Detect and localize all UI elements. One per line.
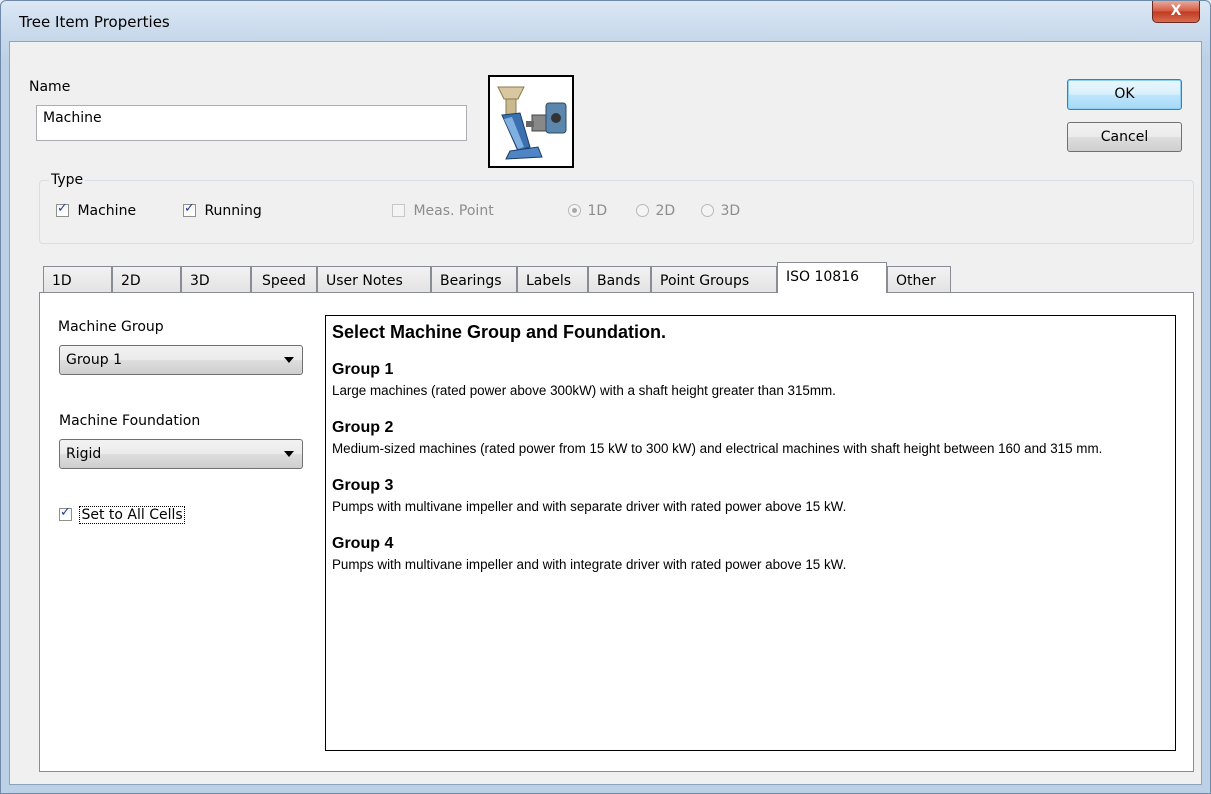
machine-checkbox[interactable]: Machine xyxy=(56,201,137,219)
machine-group-label: Machine Group xyxy=(58,319,164,335)
machine-foundation-label: Machine Foundation xyxy=(59,413,201,429)
meas-point-checkbox-box xyxy=(392,204,405,217)
set-all-cells-label: Set to All Cells xyxy=(79,506,185,524)
meas-point-checkbox: Meas. Point xyxy=(392,203,494,219)
set-all-cells-checkbox[interactable]: Set to All Cells xyxy=(59,505,185,524)
tab-1d[interactable]: 1D xyxy=(43,266,112,292)
running-checkbox[interactable]: Running xyxy=(183,201,262,219)
group-3-title: Group 3 xyxy=(332,477,394,494)
radio-1d-label: 1D xyxy=(587,203,608,219)
tab-user-notes[interactable]: User Notes xyxy=(317,266,431,292)
info-heading: Select Machine Group and Foundation. xyxy=(332,322,667,342)
name-label: Name xyxy=(29,79,71,95)
machine-illustration xyxy=(497,86,567,160)
type-legend: Type xyxy=(49,172,86,188)
radio-1d: 1D xyxy=(568,203,607,219)
radio-3d-label: 3D xyxy=(720,203,741,219)
tab-iso-10816[interactable]: ISO 10816 xyxy=(777,262,887,293)
dialog-client: Name Machine OK Cancel Type ✓ Machine ✓ … xyxy=(9,41,1202,785)
radio-1d-button xyxy=(568,204,581,217)
name-input[interactable]: Machine xyxy=(36,105,467,141)
group-3-desc: Pumps with multivane impeller and with s… xyxy=(332,499,847,514)
group-2-title: Group 2 xyxy=(332,419,394,436)
radio-2d: 2D xyxy=(636,203,675,219)
radio-3d: 3D xyxy=(701,203,740,219)
radio-2d-button xyxy=(636,204,649,217)
cancel-button[interactable]: Cancel xyxy=(1067,122,1182,152)
tab-bands[interactable]: Bands xyxy=(588,266,651,292)
tab-speed[interactable]: Speed xyxy=(251,266,317,292)
group-2-desc: Medium-sized machines (rated power from … xyxy=(332,441,1103,456)
tab-point-groups[interactable]: Point Groups xyxy=(651,266,777,292)
tab-labels[interactable]: Labels xyxy=(517,266,588,292)
machine-foundation-value: Rigid xyxy=(66,446,102,462)
chevron-down-icon xyxy=(284,451,294,457)
running-checkbox-box[interactable] xyxy=(183,201,196,217)
group-4-desc: Pumps with multivane impeller and with i… xyxy=(332,557,847,572)
machine-foundation-select[interactable]: Rigid xyxy=(59,439,303,469)
iso-tab-panel: Machine Group Group 1 Machine Foundation… xyxy=(39,292,1194,772)
machine-group-value: Group 1 xyxy=(66,352,122,368)
machine-checkbox-box[interactable] xyxy=(56,201,69,217)
dialog-window: Tree Item Properties X Name Machine OK C… xyxy=(0,0,1211,794)
machine-group-select[interactable]: Group 1 xyxy=(59,345,303,375)
group-4-title: Group 4 xyxy=(332,535,394,552)
group-1-desc: Large machines (rated power above 300kW)… xyxy=(332,383,836,398)
tab-other[interactable]: Other xyxy=(887,266,951,292)
window-title: Tree Item Properties xyxy=(19,13,170,31)
radio-3d-button xyxy=(701,204,714,217)
close-icon: X xyxy=(1170,3,1182,19)
machine-icon[interactable] xyxy=(488,75,574,168)
close-button[interactable]: X xyxy=(1152,1,1200,23)
tab-2d[interactable]: 2D xyxy=(112,266,181,292)
radio-2d-label: 2D xyxy=(655,203,676,219)
group-1-title: Group 1 xyxy=(332,361,394,378)
tab-3d[interactable]: 3D xyxy=(181,266,251,292)
machine-checkbox-label: Machine xyxy=(77,203,137,219)
title-bar[interactable]: Tree Item Properties X xyxy=(1,1,1210,41)
meas-point-label: Meas. Point xyxy=(413,203,494,219)
name-input-value: Machine xyxy=(43,110,102,126)
running-checkbox-label: Running xyxy=(204,203,262,219)
ok-button[interactable]: OK xyxy=(1067,79,1182,110)
tab-bearings[interactable]: Bearings xyxy=(431,266,517,292)
chevron-down-icon xyxy=(284,357,294,363)
iso-info-box: Select Machine Group and Foundation. Gro… xyxy=(325,315,1176,751)
set-all-cells-box[interactable] xyxy=(59,505,72,521)
